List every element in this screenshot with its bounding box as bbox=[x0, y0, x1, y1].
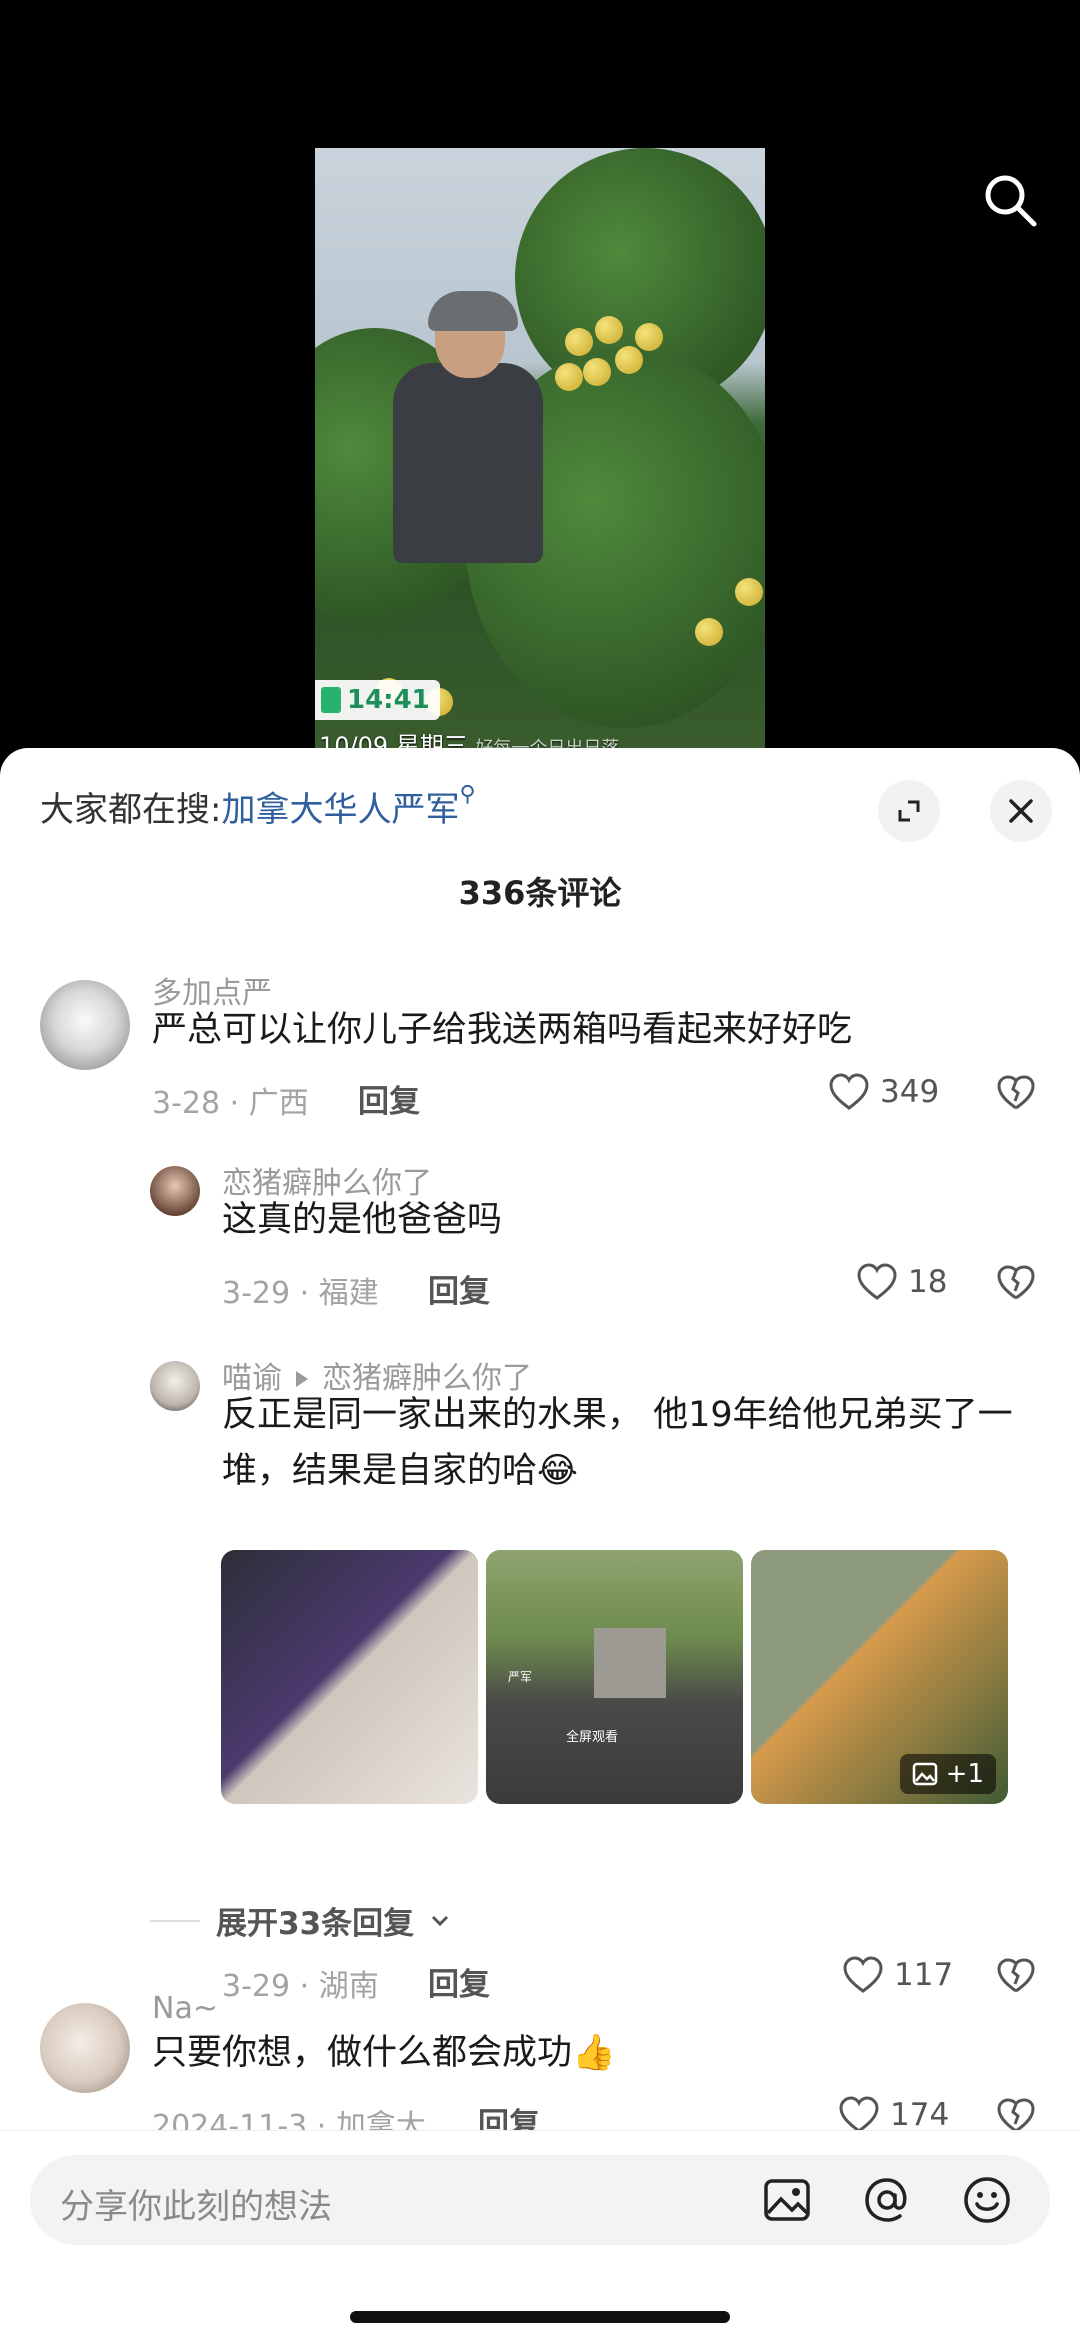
comment-text: 严总可以让你儿子给我送两箱吗看起来好好吃 bbox=[152, 1010, 853, 1050]
chevron-down-icon bbox=[432, 1915, 449, 1926]
mention-button[interactable] bbox=[860, 2173, 914, 2227]
tile-name-tag: 严军 bbox=[508, 1670, 533, 1684]
comment-input-placeholder: 分享你此刻的想法 bbox=[60, 2187, 332, 2227]
heart-icon bbox=[843, 1956, 883, 1993]
like-count: 18 bbox=[908, 1264, 948, 1300]
emoji-icon bbox=[964, 2177, 1010, 2223]
sheet-header: 大家都在搜:加拿大华人严军⚲ bbox=[0, 748, 1080, 868]
reply-meta: 3-29 · 福建 bbox=[222, 1276, 379, 1311]
reply-image[interactable] bbox=[221, 1550, 478, 1804]
like-button[interactable]: 117 bbox=[842, 1955, 953, 1995]
comment-sheet: 大家都在搜:加拿大华人严军⚲ 336条评论 多加点严 严总可以让你儿子给我送两箱… bbox=[0, 748, 1080, 2340]
close-icon bbox=[1009, 799, 1033, 823]
home-indicator[interactable] bbox=[350, 2311, 730, 2323]
avatar[interactable] bbox=[150, 1166, 200, 1216]
close-button[interactable] bbox=[990, 780, 1052, 842]
like-button[interactable]: 349 bbox=[828, 1072, 939, 1112]
comment-count: 336条评论 bbox=[458, 874, 622, 912]
tile-caption: 全屏观看 bbox=[566, 1730, 619, 1745]
like-count: 349 bbox=[880, 1074, 940, 1110]
like-count: 174 bbox=[890, 2097, 950, 2133]
comment-input[interactable]: 分享你此刻的想法 bbox=[30, 2155, 1050, 2245]
image-icon bbox=[912, 1762, 937, 1786]
small-search-icon: ⚲ bbox=[459, 782, 476, 807]
expand-button[interactable] bbox=[878, 780, 940, 842]
reply-to-arrow-icon bbox=[296, 1370, 308, 1387]
expand-icon bbox=[898, 800, 920, 822]
like-count: 117 bbox=[894, 1957, 954, 1993]
avatar[interactable] bbox=[150, 1361, 200, 1411]
dislike-icon bbox=[997, 1265, 1035, 1300]
comment-text: 只要你想，做什么都会成功👍 bbox=[152, 2033, 616, 2073]
comment-username[interactable]: Na~ bbox=[152, 1991, 218, 2026]
trending-prefix: 大家都在搜: bbox=[40, 790, 222, 830]
more-images-count: +1 bbox=[945, 1759, 984, 1789]
heart-icon bbox=[857, 1263, 897, 1300]
dislike-icon bbox=[997, 1075, 1035, 1110]
avatar[interactable] bbox=[40, 2003, 130, 2093]
comment-item: 多加点严 严总可以让你儿子给我送两箱吗看起来好好吃 3-28 · 广西 回复 3… bbox=[0, 968, 1080, 1121]
time-badge-text: 14:41 bbox=[347, 685, 430, 715]
heart-icon bbox=[839, 2096, 879, 2133]
reply-text: 这真的是他爸爸吗 bbox=[222, 1200, 503, 1240]
reply-image-gallery: 全屏观看 严军 +1 bbox=[221, 1550, 1008, 1804]
comment-meta: 3-28 · 广西 bbox=[152, 1086, 309, 1121]
trending-query-link[interactable]: 加拿大华人严军 bbox=[221, 790, 459, 830]
dislike-button[interactable] bbox=[996, 1074, 1036, 1116]
video-area[interactable]: 14:41 10/09 星期三 好每一个日出日落 bbox=[0, 0, 1080, 760]
expand-replies-label: 展开33条回复 bbox=[216, 1906, 415, 1942]
emoji-button[interactable] bbox=[960, 2173, 1014, 2227]
comment-input-bar: 分享你此刻的想法 bbox=[0, 2130, 1080, 2340]
image-icon bbox=[764, 2179, 810, 2221]
reply-image[interactable]: +1 bbox=[751, 1550, 1008, 1804]
reply-text: 反正是同一家出来的水果， 他19年给他兄弟买了一堆，结果是自家的哈😂 bbox=[222, 1395, 1013, 1491]
reply-item: 恋猪癖肿么你了 这真的是他爸爸吗 3-29 · 福建 回复 18 bbox=[0, 1158, 1080, 1311]
at-icon bbox=[865, 2178, 907, 2222]
reply-button[interactable]: 回复 bbox=[428, 1266, 490, 1311]
trending-search[interactable]: 大家都在搜:加拿大华人严军⚲ bbox=[40, 782, 476, 831]
image-picker-button[interactable] bbox=[760, 2173, 814, 2227]
video-thumbnail[interactable]: 14:41 10/09 星期三 好每一个日出日落 bbox=[315, 148, 765, 760]
search-icon[interactable] bbox=[980, 170, 1040, 230]
time-badge: 14:41 bbox=[315, 680, 440, 720]
comment-item: Na~ 只要你想，做什么都会成功👍 2024-11-3 · 加拿大 回复 174 bbox=[0, 1991, 1080, 2144]
like-button[interactable]: 18 bbox=[856, 1262, 947, 1302]
dislike-button[interactable] bbox=[996, 1264, 1036, 1306]
like-button[interactable]: 174 bbox=[838, 2095, 949, 2135]
expand-replies-button[interactable]: 展开33条回复 bbox=[150, 1898, 450, 1943]
dislike-icon bbox=[997, 1958, 1035, 1993]
more-images-badge[interactable]: +1 bbox=[899, 1754, 996, 1794]
reply-image[interactable]: 全屏观看 严军 bbox=[486, 1550, 743, 1804]
reply-button[interactable]: 回复 bbox=[358, 1076, 420, 1121]
heart-icon bbox=[829, 1073, 869, 1110]
avatar[interactable] bbox=[40, 980, 130, 1070]
